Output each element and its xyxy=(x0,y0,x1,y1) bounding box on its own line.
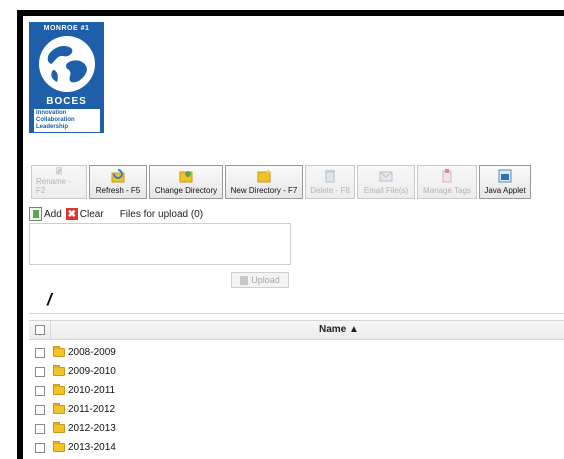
row-checkbox[interactable] xyxy=(35,385,45,396)
clear-icon: ✖ xyxy=(65,208,78,220)
folder-icon xyxy=(53,384,65,395)
java-applet-icon xyxy=(498,169,512,183)
toolbar: Rename - F2 Refresh - F5 Change Director… xyxy=(31,165,531,201)
upload-label: Upload xyxy=(251,275,280,285)
select-all-checkbox[interactable] xyxy=(34,325,45,335)
logo-tagline: Innovation Collaboration Leadership xyxy=(34,109,100,132)
files-for-upload-label: Files for upload (0) xyxy=(119,208,204,220)
upload-button[interactable]: Upload xyxy=(231,272,289,288)
refresh-label: Refresh - F5 xyxy=(95,186,141,195)
rename-label: Rename - F2 xyxy=(36,177,72,195)
clear-label: Clear xyxy=(79,208,104,220)
java-applet-label: Java Applet xyxy=(484,186,526,195)
file-grid-rows: 2008-2009 2009-2010 2010-2011 2011-2012 … xyxy=(29,343,564,457)
add-button[interactable]: Add xyxy=(29,207,62,221)
refresh-icon xyxy=(111,169,125,183)
current-path: / xyxy=(47,290,52,309)
new-directory-button[interactable]: New Directory - F7 xyxy=(225,165,303,199)
row-checkbox[interactable] xyxy=(35,442,45,453)
table-row[interactable]: 2011-2012 xyxy=(29,400,564,419)
upload-controls: Add ✖ Clear Files for upload (0) xyxy=(29,205,203,223)
select-all-cell xyxy=(29,321,51,339)
top-strip xyxy=(0,0,564,10)
row-checkbox[interactable] xyxy=(35,404,45,415)
row-checkbox[interactable] xyxy=(35,366,45,377)
tagline-line: Innovation xyxy=(36,110,67,116)
delete-button[interactable]: Delete - F8 xyxy=(305,165,355,199)
manage-tags-label: Manage Tags xyxy=(423,186,471,195)
folder-name[interactable]: 2012-2013 xyxy=(68,423,116,434)
tagline-line: Leadership xyxy=(36,124,69,130)
delete-label: Delete - F8 xyxy=(310,186,350,195)
folder-icon xyxy=(53,441,65,452)
name-column-header[interactable]: Name ▲ xyxy=(319,324,359,335)
folder-name[interactable]: 2011-2012 xyxy=(68,404,115,415)
email-icon xyxy=(379,171,393,182)
add-label: Add xyxy=(44,208,62,220)
folder-icon xyxy=(53,346,65,357)
table-row[interactable]: 2010-2011 xyxy=(29,381,564,400)
folder-icon xyxy=(53,365,65,376)
refresh-button[interactable]: Refresh - F5 xyxy=(89,165,147,199)
upload-file-list[interactable] xyxy=(29,223,291,265)
divider xyxy=(29,313,564,314)
file-manager-frame: MONROE #1 BOCES Innovation Collaboration… xyxy=(17,10,564,459)
rename-icon xyxy=(56,167,62,175)
boces-logo: MONROE #1 BOCES Innovation Collaboration… xyxy=(29,22,104,133)
globe-icon xyxy=(39,36,95,92)
new-directory-icon xyxy=(257,169,271,183)
table-row[interactable]: 2009-2010 xyxy=(29,362,564,381)
table-row[interactable]: 2012-2013 xyxy=(29,419,564,438)
table-row[interactable]: 2013-2014 xyxy=(29,438,564,457)
row-checkbox[interactable] xyxy=(35,423,45,434)
new-directory-label: New Directory - F7 xyxy=(230,186,298,195)
logo-boces-text: BOCES xyxy=(46,96,87,107)
row-checkbox[interactable] xyxy=(35,347,45,358)
folder-icon xyxy=(53,422,65,433)
add-file-icon xyxy=(29,207,42,221)
manage-tags-button[interactable]: Manage Tags xyxy=(417,165,477,199)
clear-button[interactable]: ✖ Clear xyxy=(65,208,104,220)
delete-icon xyxy=(325,170,335,183)
upload-icon xyxy=(240,275,249,285)
folder-name[interactable]: 2013-2014 xyxy=(68,442,116,453)
file-grid-header: Name ▲ xyxy=(29,320,564,340)
change-directory-button[interactable]: Change Directory xyxy=(149,165,223,199)
change-directory-label: Change Directory xyxy=(154,186,218,195)
tags-icon xyxy=(442,169,452,183)
email-files-label: Email File(s) xyxy=(363,186,409,195)
email-files-button[interactable]: Email File(s) xyxy=(357,165,415,199)
folder-name[interactable]: 2010-2011 xyxy=(68,385,115,396)
rename-button[interactable]: Rename - F2 xyxy=(31,165,87,199)
folder-icon xyxy=(53,403,65,414)
folder-name[interactable]: 2009-2010 xyxy=(68,366,116,377)
tagline-line: Collaboration xyxy=(36,117,75,123)
java-applet-button[interactable]: Java Applet xyxy=(479,165,531,199)
folder-name[interactable]: 2008-2009 xyxy=(68,347,116,358)
logo-top-text: MONROE #1 xyxy=(43,25,90,32)
table-row[interactable]: 2008-2009 xyxy=(29,343,564,362)
change-directory-icon xyxy=(179,171,193,183)
